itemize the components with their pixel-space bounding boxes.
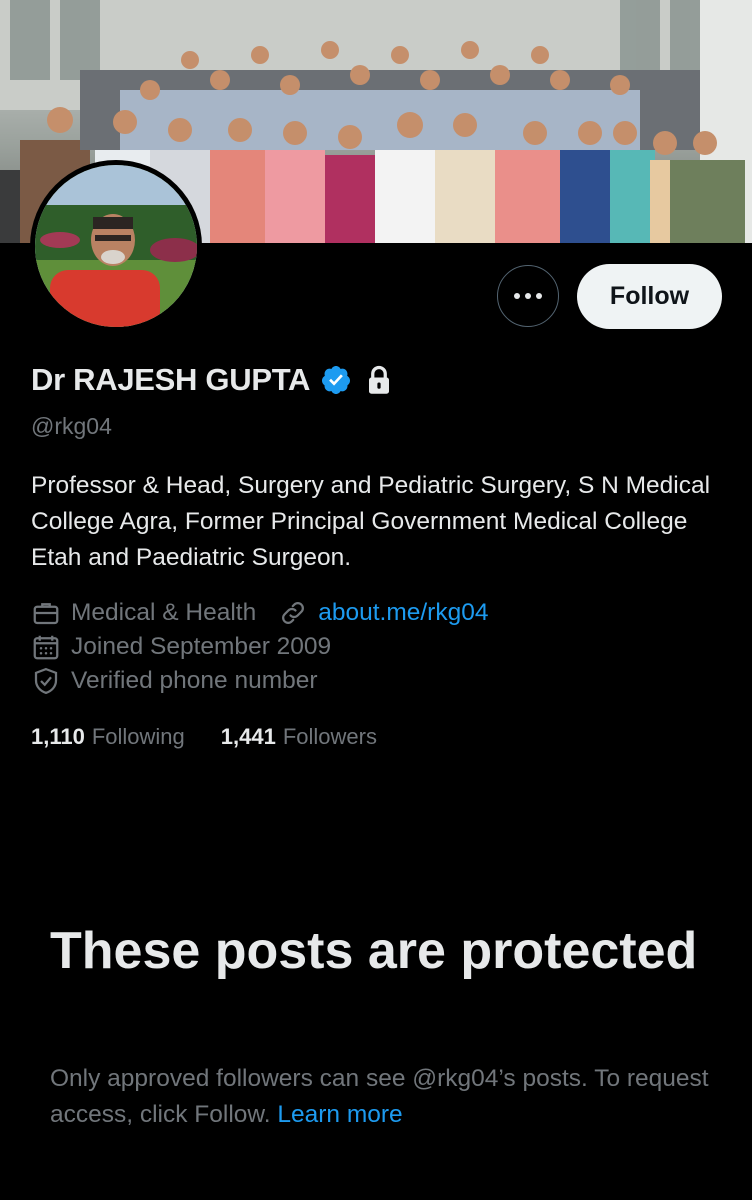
shield-check-icon (34, 667, 58, 695)
more-options-button[interactable] (497, 265, 559, 327)
avatar-image (35, 165, 197, 327)
followers-label: Followers (282, 724, 377, 749)
link-icon (282, 602, 305, 624)
follow-counts: 1,110 Following 1,441 Followers (31, 724, 377, 750)
profile-name-row: Dr RAJESH GUPTA (31, 362, 392, 398)
profile-category: Medical & Health (71, 599, 257, 626)
profile-meta-verified-phone-row: Verified phone number (31, 666, 318, 696)
profile-website-link[interactable]: about.me/rkg04 (318, 599, 488, 627)
profile-joined-date: Joined September 2009 (71, 633, 332, 660)
lock-icon (369, 365, 390, 394)
verified-badge-icon[interactable] (320, 364, 352, 396)
profile-bio: Professor & Head, Surgery and Pediatric … (31, 472, 711, 571)
following-link[interactable]: 1,110 Following (31, 724, 185, 750)
calendar-icon (33, 635, 59, 660)
more-horizontal-icon (514, 293, 542, 299)
learn-more-link[interactable]: Learn more (277, 1101, 402, 1128)
avatar[interactable] (30, 160, 202, 332)
profile-meta-category-row: Medical & Health about.me/rkg04 (31, 598, 488, 628)
followers-count: 1,441 (220, 724, 276, 749)
protected-posts-title: These posts are protected (50, 922, 698, 980)
protected-posts-message: Only approved followers can see @rkg04’s… (50, 1061, 710, 1133)
profile-verified-phone: Verified phone number (71, 667, 318, 694)
profile-meta-joined-row: Joined September 2009 (31, 632, 331, 662)
followers-link[interactable]: 1,441 Followers (221, 724, 377, 750)
follow-button[interactable]: Follow (577, 264, 722, 329)
following-count: 1,110 (31, 724, 85, 749)
display-name: Dr RAJESH GUPTA (31, 362, 311, 397)
profile-handle: @rkg04 (31, 413, 112, 439)
briefcase-icon (33, 603, 59, 625)
following-label: Following (91, 724, 185, 749)
